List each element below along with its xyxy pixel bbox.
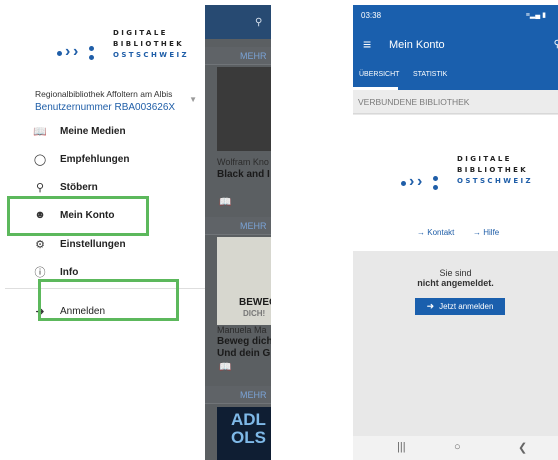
library-logo: › › DIGITALE BIBLIOTHEK OSTSCHWEIZ	[57, 25, 187, 65]
logo-text-ostschweiz: OSTSCHWEIZ	[457, 177, 533, 185]
library-panel: › › DIGITALE BIBLIOTHEK OSTSCHWEIZ → Kon…	[353, 115, 558, 251]
hamburger-menu-icon[interactable]: ≡	[363, 37, 371, 51]
background-more-link: MEHR	[240, 390, 267, 400]
background-cover-subtitle: DICH!	[243, 309, 266, 318]
background-more-link: MEHR	[240, 221, 267, 231]
nav-item-empfehlungen[interactable]: ◯ Empfehlungen	[33, 148, 193, 170]
nav-item-stoebern[interactable]: ⚲ Stöbern	[33, 176, 193, 198]
logo-text-digitale: DIGITALE	[457, 155, 512, 163]
book-icon: 📖	[219, 197, 232, 208]
system-navigation-bar: ||| ○ ❮	[353, 436, 558, 460]
background-book-author: Wolfram Kno	[217, 157, 269, 167]
logo-mark: › ›	[57, 43, 101, 63]
background-cover-title: BEWEG	[239, 297, 271, 308]
background-book-author: Manuela Ma	[217, 325, 267, 335]
nav-item-label: Empfehlungen	[60, 153, 130, 165]
nav-item-einstellungen[interactable]: ⚙ Einstellungen	[33, 233, 193, 255]
background-cover-title: ADL	[231, 410, 266, 429]
logo-mark: › ›	[401, 173, 445, 193]
right-phone-screen: 03:38 ≡▂▄ ▮ ≡ Mein Konto ⚲ ÜBERSICHT STA…	[353, 5, 558, 460]
nav-item-label: Meine Medien	[60, 125, 126, 137]
recent-apps-icon[interactable]: |||	[397, 441, 406, 453]
back-icon[interactable]: ❮	[518, 441, 527, 454]
background-more-link: MEHR	[240, 51, 267, 61]
section-header-label: VERBUNDENE BIBLIOTHEK	[358, 97, 470, 107]
library-name: Regionalbibliothek Affoltern am Albis	[35, 89, 173, 99]
search-icon: ⚲	[255, 17, 263, 28]
highlight-box-login-button	[38, 279, 179, 321]
logo-text-bibliothek: BIBLIOTHEK	[113, 40, 185, 48]
screenshot-canvas: ⚲ MEHR Wolfram Kno Black and I 📖 MEHR BE…	[0, 0, 558, 460]
library-user-number: Benutzernummer RBA003626X	[35, 102, 176, 113]
background-section-header: MEHR	[205, 47, 271, 65]
background-book-cover: ADL OLS	[217, 407, 271, 460]
open-book-icon: 📖	[33, 125, 47, 138]
tab-bar: ÜBERSICHT STATISTIK	[353, 65, 558, 90]
background-top-bar: ⚲	[205, 5, 271, 39]
login-message-line: Sie sind	[439, 268, 472, 278]
help-link-label: Hilfe	[483, 228, 500, 237]
help-link[interactable]: → Hilfe	[473, 228, 499, 237]
contact-link[interactable]: → Kontakt	[417, 228, 454, 237]
search-icon[interactable]: ⚲	[554, 39, 558, 50]
logo-text-bibliothek: BIBLIOTHEK	[457, 166, 529, 174]
nav-item-label: Info	[60, 266, 79, 278]
login-button-label: Jetzt anmelden	[439, 302, 494, 311]
background-book-cover	[217, 67, 271, 151]
login-icon: ➜	[426, 301, 435, 311]
chevron-down-icon: ▼	[189, 95, 197, 104]
library-logo: › › DIGITALE BIBLIOTHEK OSTSCHWEIZ	[401, 155, 531, 195]
section-header: VERBUNDENE BIBLIOTHEK	[353, 90, 558, 114]
search-icon: ⚲	[35, 181, 45, 194]
library-selector[interactable]: Regionalbibliothek Affoltern am Albis Be…	[35, 89, 197, 113]
nav-item-label: Einstellungen	[60, 238, 126, 250]
info-icon: ⓘ	[34, 267, 46, 279]
book-icon: 📖	[219, 362, 232, 373]
background-book-cover: BEWEG DICH!	[217, 237, 271, 325]
login-message: Sie sind nicht angemeldet.	[353, 268, 558, 288]
logo-text-ostschweiz: OSTSCHWEIZ	[113, 51, 189, 59]
background-book-title: Und dein G	[217, 348, 271, 359]
tag-icon: ◯	[33, 153, 47, 166]
login-message-line: nicht angemeldet.	[417, 278, 494, 288]
status-bar: 03:38 ≡▂▄ ▮	[353, 5, 558, 27]
background-book-title: Black and I	[217, 169, 270, 180]
background-section-header: MEHR	[205, 217, 271, 235]
home-icon[interactable]: ○	[454, 441, 461, 453]
background-book-title: Beweg dich	[217, 336, 271, 347]
nav-item-meine-medien[interactable]: 📖 Meine Medien	[33, 120, 193, 142]
status-time: 03:38	[361, 11, 382, 20]
gear-icon: ⚙	[35, 238, 45, 251]
login-button[interactable]: ➜ Jetzt anmelden	[415, 298, 505, 315]
contact-link-label: Kontakt	[427, 228, 455, 237]
logo-text-digitale: DIGITALE	[113, 29, 168, 37]
background-cover-title: OLS	[231, 428, 266, 447]
page-title: Mein Konto	[389, 39, 445, 51]
tab-uebersicht[interactable]: ÜBERSICHT	[359, 71, 399, 78]
status-indicators: ≡▂▄ ▮	[525, 12, 546, 19]
nav-item-label: Stöbern	[60, 181, 98, 193]
background-app-scrim: ⚲ MEHR Wolfram Kno Black and I 📖 MEHR BE…	[205, 5, 271, 460]
background-section-header: MEHR	[205, 386, 271, 404]
app-bar: ≡ Mein Konto ⚲	[353, 27, 558, 65]
highlight-box-mein-konto	[7, 196, 149, 236]
tab-statistik[interactable]: STATISTIK	[413, 71, 447, 78]
